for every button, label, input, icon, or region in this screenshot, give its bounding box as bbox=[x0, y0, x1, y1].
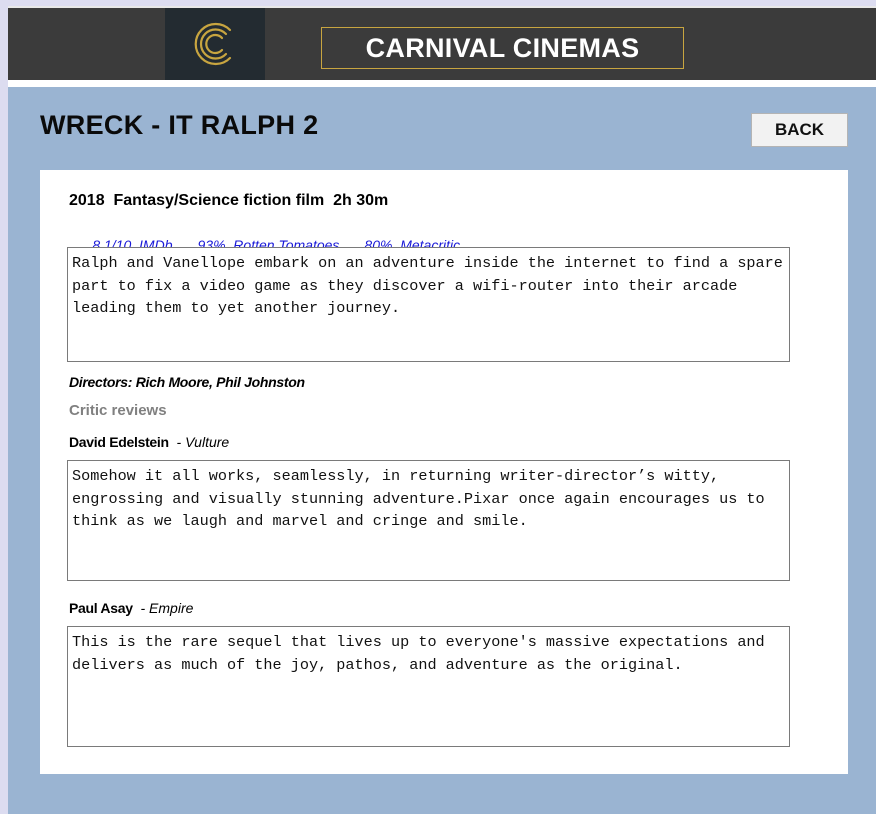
movie-details-card: 2018 Fantasy/Science fiction film 2h 30m… bbox=[40, 170, 848, 774]
review-textarea[interactable]: Somehow it all works, seamlessly, in ret… bbox=[67, 460, 790, 581]
brand-logo[interactable] bbox=[165, 8, 265, 80]
critic-name: David Edelstein bbox=[69, 434, 169, 450]
back-button[interactable]: BACK bbox=[751, 113, 848, 147]
site-header: CARNIVAL CINEMAS bbox=[8, 6, 876, 80]
page-frame: CARNIVAL CINEMAS WRECK - IT RALPH 2 BACK… bbox=[8, 6, 876, 814]
movie-meta: 2018 Fantasy/Science fiction film 2h 30m bbox=[69, 192, 389, 209]
reviewer-header: Paul Asay - Empire bbox=[69, 600, 193, 616]
synopsis-textarea[interactable]: Ralph and Vanellope embark on an adventu… bbox=[67, 247, 790, 362]
directors: Directors: Rich Moore, Phil Johnston bbox=[69, 374, 305, 390]
brand-name: CARNIVAL CINEMAS bbox=[321, 27, 684, 69]
critic-reviews-heading: Critic reviews bbox=[69, 402, 167, 419]
reviewer-header: David Edelstein - Vulture bbox=[69, 434, 229, 450]
header-divider bbox=[8, 80, 876, 87]
review-textarea[interactable]: This is the rare sequel that lives up to… bbox=[67, 626, 790, 747]
critic-name: Paul Asay bbox=[69, 600, 133, 616]
carnival-c-logo-icon bbox=[194, 22, 232, 66]
review-source: - Vulture bbox=[176, 434, 230, 450]
movie-title: WRECK - IT RALPH 2 bbox=[40, 110, 319, 140]
review-source: - Empire bbox=[140, 600, 194, 616]
